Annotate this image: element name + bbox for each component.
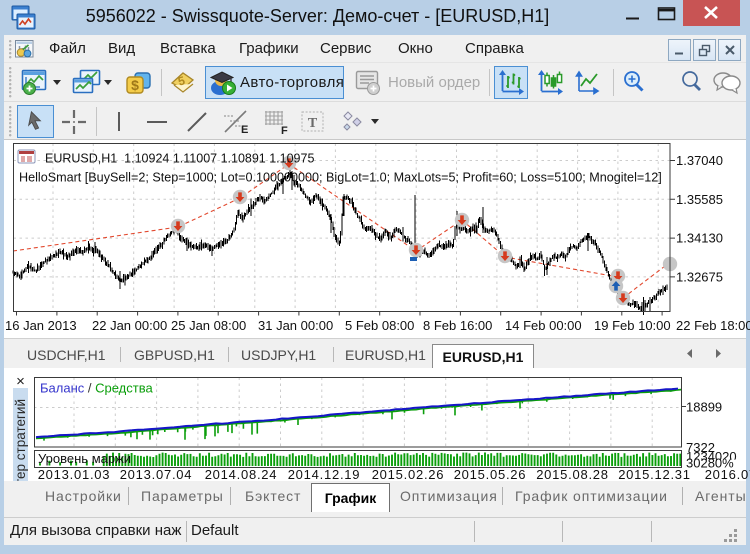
svg-text:2016.07.1: 2016.07.1 <box>705 467 750 482</box>
svg-text:1.32675: 1.32675 <box>676 269 723 284</box>
svg-text:1.35585: 1.35585 <box>676 192 723 207</box>
svg-text:19 Feb 10:00: 19 Feb 10:00 <box>594 318 671 333</box>
svg-text:2014.12.19: 2014.12.19 <box>288 467 361 482</box>
svg-text:EURUSD,H1 1.10924 1.11007 1.1: EURUSD,H1 1.10924 1.11007 1.10891 1.1097… <box>45 152 314 166</box>
svg-text:Баланс / Средства: Баланс / Средства <box>40 381 153 396</box>
svg-text:HelloSmart [BuySell=2; Step=10: HelloSmart [BuySell=2; Step=1000; Lot=0.… <box>19 171 662 185</box>
svg-text:2013.01.03: 2013.01.03 <box>38 467 111 482</box>
svg-text:31 Jan 00:00: 31 Jan 00:00 <box>258 318 333 333</box>
svg-text:2013.07.04: 2013.07.04 <box>120 467 193 482</box>
svg-text:2015.08.28: 2015.08.28 <box>536 467 609 482</box>
svg-text:22 Feb 18:00: 22 Feb 18:00 <box>676 318 750 333</box>
svg-text:18899: 18899 <box>686 400 722 415</box>
svg-text:2015.12.31: 2015.12.31 <box>618 467 691 482</box>
svg-text:16 Jan 2013: 16 Jan 2013 <box>5 318 77 333</box>
svg-text:8 Feb 16:00: 8 Feb 16:00 <box>423 318 492 333</box>
svg-text:22 Jan 00:00: 22 Jan 00:00 <box>92 318 167 333</box>
svg-text:1.37040: 1.37040 <box>676 153 723 168</box>
svg-text:25 Jan 08:00: 25 Jan 08:00 <box>171 318 246 333</box>
svg-text:2015.05.26: 2015.05.26 <box>454 467 527 482</box>
svg-text:Уровень маржи: Уровень маржи <box>38 451 131 466</box>
svg-text:1.34130: 1.34130 <box>676 231 723 246</box>
svg-text:2014.08.24: 2014.08.24 <box>205 467 278 482</box>
svg-text:2015.02.26: 2015.02.26 <box>372 467 445 482</box>
svg-text:5 Feb 08:00: 5 Feb 08:00 <box>345 318 414 333</box>
svg-text:14 Feb 00:00: 14 Feb 00:00 <box>505 318 582 333</box>
